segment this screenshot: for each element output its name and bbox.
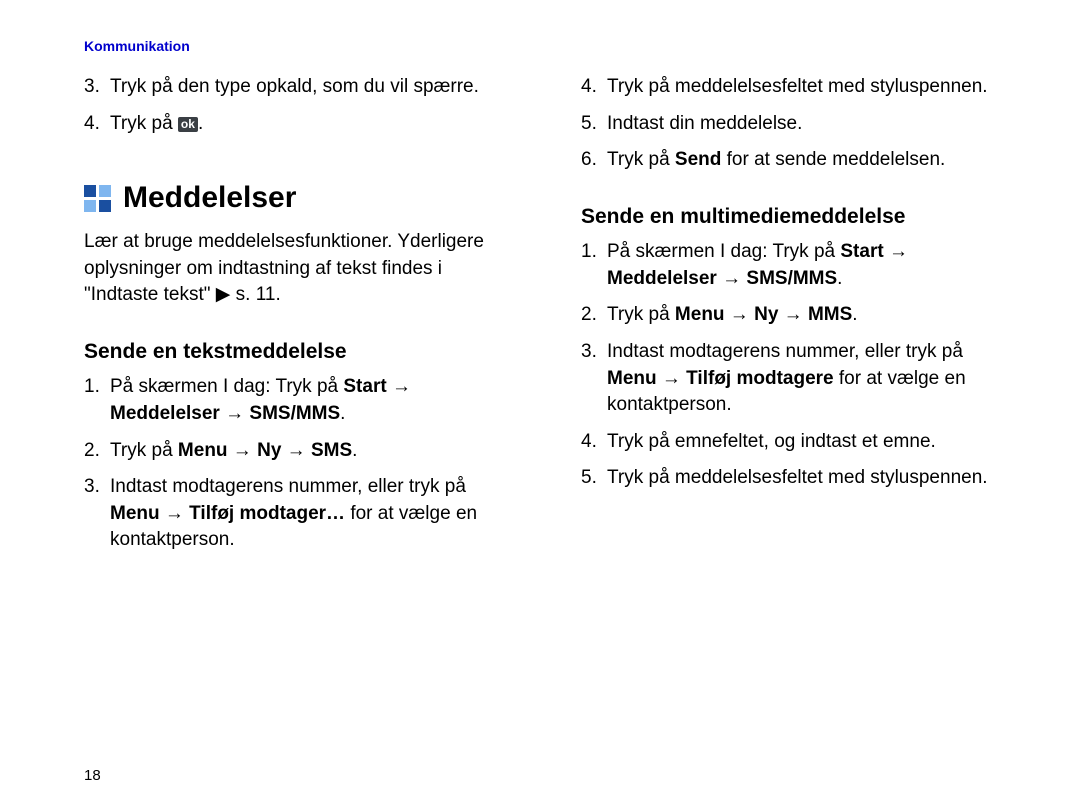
list-item: 4.Tryk på meddelelsesfeltet med styluspe… [581,74,1012,101]
columns: 3.Tryk på den type opkald, som du vil sp… [84,74,1012,564]
list-item: 4.Tryk på emnefeltet, og indtast et emne… [581,429,1012,456]
list-number: 5. [581,465,601,492]
section-header: Kommunikation [84,38,1012,54]
ok-icon: ok [178,117,198,132]
list-number: 1. [581,239,601,292]
list-item: 5.Tryk på meddelelsesfeltet med styluspe… [581,465,1012,492]
intro-a: Lær at bruge meddelelsesfunktioner. Yder… [84,231,484,305]
left-steps-list: 1.På skærmen I dag: Tryk på Start → Medd… [84,374,515,554]
list-item: 3.Indtast modtagerens nummer, eller tryk… [581,339,1012,419]
right-steps-list: 1.På skærmen I dag: Tryk på Start → Medd… [581,239,1012,492]
subheading-send-mms: Sende en multimediemeddelelse [581,202,1012,231]
list-item: 3.Tryk på den type opkald, som du vil sp… [84,74,515,101]
intro-b: s. 11. [230,284,280,305]
list-item: 4.Tryk på ok. [84,111,515,138]
subheading-send-text: Sende en tekstmeddelelse [84,337,515,366]
list-number: 6. [581,147,601,174]
list-item: 3.Indtast modtagerens nummer, eller tryk… [84,474,515,554]
squares-icon [84,185,111,212]
list-item: 2.Tryk på Menu → Ny → MMS. [581,302,1012,329]
list-text: Tryk på meddelelsesfeltet med styluspenn… [607,74,1012,101]
page-number: 18 [84,767,101,784]
list-text: Indtast din meddelelse. [607,111,1012,138]
list-text: Indtast modtagerens nummer, eller tryk p… [110,474,515,554]
list-text: Tryk på Send for at sende meddelelsen. [607,147,1012,174]
list-text: På skærmen I dag: Tryk på Start → Meddel… [607,239,1012,292]
left-pre-list: 3.Tryk på den type opkald, som du vil sp… [84,74,515,137]
list-number: 2. [84,438,104,465]
right-pre-list: 4.Tryk på meddelelsesfeltet med styluspe… [581,74,1012,174]
list-number: 3. [581,339,601,419]
page: Kommunikation 3.Tryk på den type opkald,… [0,0,1080,810]
list-text: På skærmen I dag: Tryk på Start → Meddel… [110,374,515,427]
list-number: 3. [84,74,104,101]
list-item: 5.Indtast din meddelelse. [581,111,1012,138]
list-text: Tryk på emnefeltet, og indtast et emne. [607,429,1012,456]
list-number: 4. [581,429,601,456]
list-number: 3. [84,474,104,554]
list-text: Tryk på ok. [110,111,515,138]
list-text: Tryk på den type opkald, som du vil spær… [110,74,515,101]
right-column: 4.Tryk på meddelelsesfeltet med styluspe… [581,74,1012,564]
list-number: 4. [581,74,601,101]
left-column: 3.Tryk på den type opkald, som du vil sp… [84,74,515,564]
list-text: Tryk på meddelelsesfeltet med styluspenn… [607,465,1012,492]
list-text: Tryk på Menu → Ny → SMS. [110,438,515,465]
list-text: Tryk på Menu → Ny → MMS. [607,302,1012,329]
list-number: 2. [581,302,601,329]
list-number: 4. [84,111,104,138]
list-item: 2.Tryk på Menu → Ny → SMS. [84,438,515,465]
list-item: 1.På skærmen I dag: Tryk på Start → Medd… [581,239,1012,292]
intro-paragraph: Lær at bruge meddelelsesfunktioner. Yder… [84,229,515,309]
heading-meddelelser: Meddelelser [84,177,515,219]
list-number: 1. [84,374,104,427]
list-text: Indtast modtagerens nummer, eller tryk p… [607,339,1012,419]
list-item: 1.På skærmen I dag: Tryk på Start → Medd… [84,374,515,427]
heading-text: Meddelelser [123,177,296,219]
list-item: 6.Tryk på Send for at sende meddelelsen. [581,147,1012,174]
arrow-icon: ▶ [216,284,231,305]
list-number: 5. [581,111,601,138]
